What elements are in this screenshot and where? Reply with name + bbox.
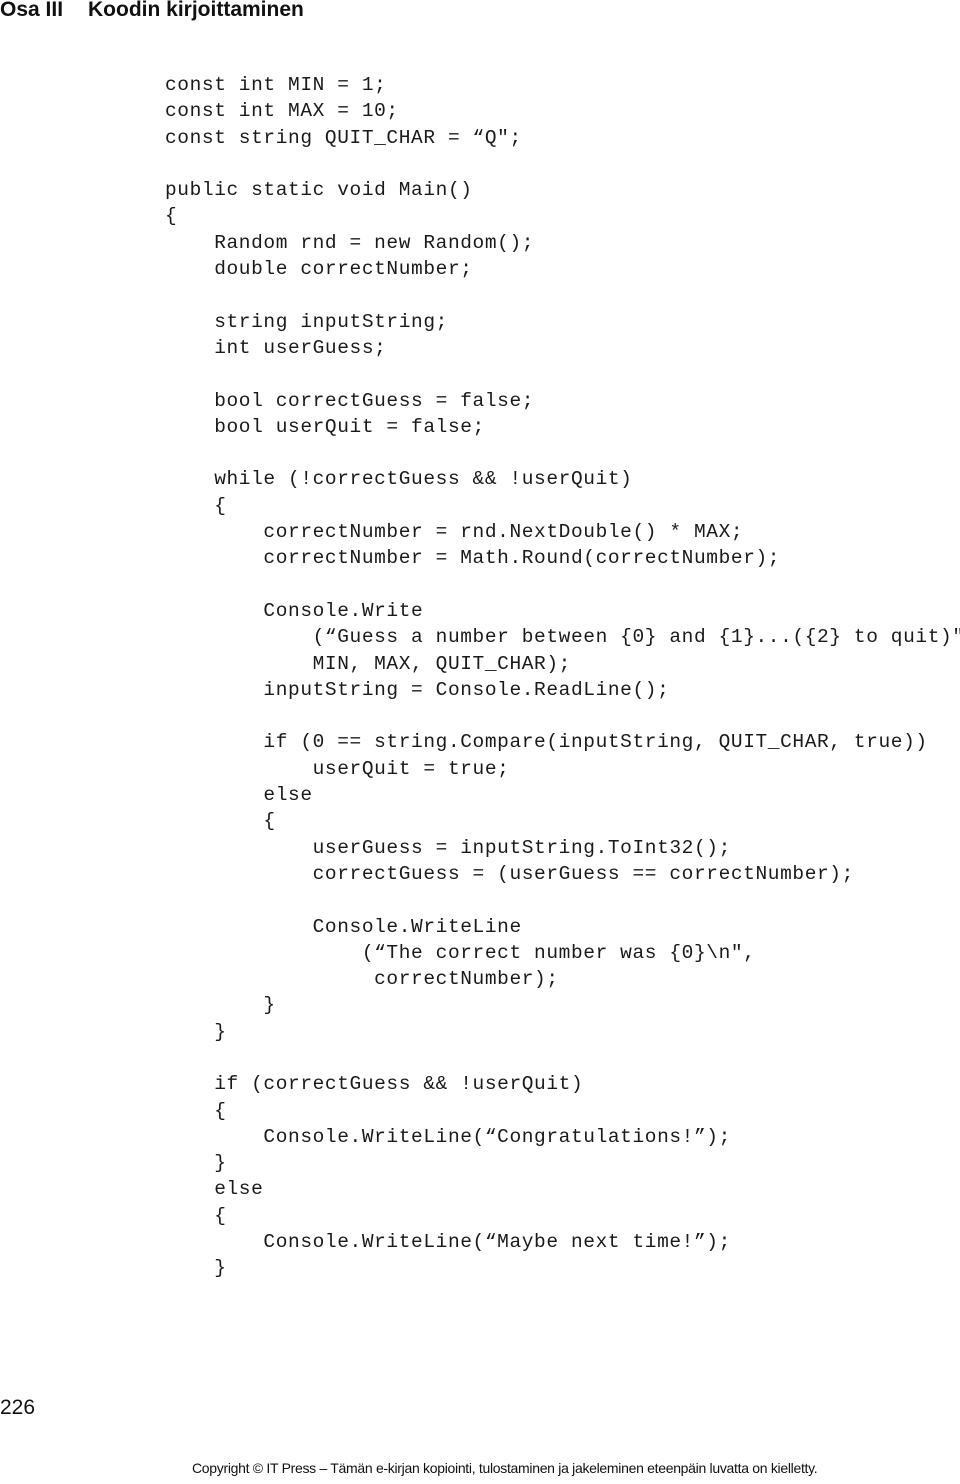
- code-line: correctNumber = Math.Round(correctNumber…: [165, 547, 781, 570]
- code-line: }: [165, 1257, 227, 1280]
- code-line: (“Guess a number between {0} and {1}...(…: [165, 626, 960, 649]
- code-line: const int MIN = 1;: [165, 74, 387, 96]
- code-line: Console.WriteLine(“Maybe next time!”);: [165, 1231, 731, 1254]
- code-line: correctNumber);: [165, 968, 559, 991]
- code-line: }: [165, 994, 276, 1017]
- code-line: string inputString;: [165, 310, 448, 333]
- code-line: const string QUIT_CHAR = “Q";: [165, 126, 522, 149]
- code-line: correctGuess = (userGuess == correctNumb…: [165, 862, 854, 885]
- code-line: userQuit = true;: [165, 757, 510, 780]
- code-line: userGuess = inputString.ToInt32();: [165, 836, 731, 859]
- code-line: (“The correct number was {0}\n",: [165, 941, 756, 964]
- code-line: bool userQuit = false;: [165, 415, 485, 438]
- chapter-title: Koodin kirjoittaminen: [88, 0, 304, 21]
- code-line: if (0 == string.Compare(inputString, QUI…: [165, 731, 928, 754]
- code-line: const int MAX = 10;: [165, 100, 399, 123]
- code-line: {: [165, 494, 227, 517]
- code-line: while (!correctGuess && !userQuit): [165, 468, 633, 491]
- code-line: inputString = Console.ReadLine();: [165, 678, 670, 701]
- code-line: MIN, MAX, QUIT_CHAR);: [165, 652, 571, 675]
- code-listing: const int MIN = 1; const int MAX = 10; con…: [165, 72, 960, 1282]
- running-header: Osa III Koodin kirjoittaminen: [0, 0, 304, 22]
- code-line: {: [165, 810, 276, 833]
- code-line: }: [165, 1020, 227, 1043]
- code-line: {: [165, 1204, 227, 1227]
- code-line: public static void Main(): [165, 179, 473, 202]
- code-line: int userGuess;: [165, 336, 387, 359]
- code-line: Console.WriteLine: [165, 915, 522, 938]
- copyright-footer: Copyright © IT Press – Tämän e-kirjan ko…: [192, 1460, 818, 1476]
- code-line: }: [165, 1152, 227, 1175]
- code-line: Random rnd = new Random();: [165, 231, 535, 254]
- code-line: correctNumber = rnd.NextDouble() * MAX;: [165, 521, 744, 544]
- code-line: else: [165, 784, 313, 807]
- code-line: double correctNumber;: [165, 258, 473, 281]
- code-line: Console.Write: [165, 599, 424, 622]
- page-number: 226: [0, 1396, 36, 1419]
- code-line: else: [165, 1178, 264, 1201]
- code-line: bool correctGuess = false;: [165, 389, 535, 412]
- code-line: Console.WriteLine(“Congratulations!”);: [165, 1125, 731, 1148]
- code-line: {: [165, 1099, 227, 1122]
- part-label: Osa III: [0, 0, 64, 21]
- code-line: {: [165, 205, 178, 228]
- code-line: if (correctGuess && !userQuit): [165, 1073, 584, 1096]
